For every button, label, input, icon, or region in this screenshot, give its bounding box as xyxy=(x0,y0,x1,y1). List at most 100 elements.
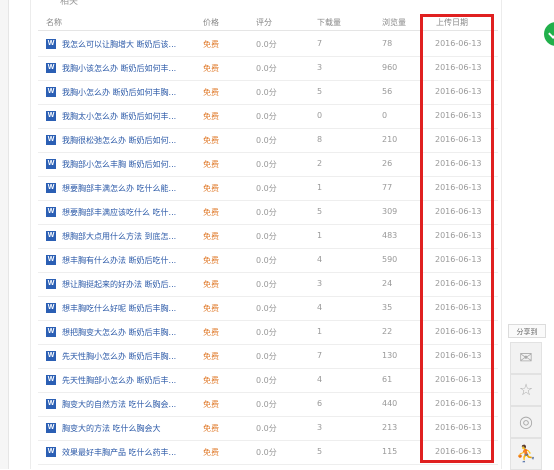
rating-text: 0.0分 xyxy=(256,352,277,361)
price-text: 免费 xyxy=(203,424,219,433)
downloads-count: 7 xyxy=(317,39,323,48)
document-title-link[interactable]: 我胸小该怎么办 断奶后如何丰... xyxy=(62,63,176,74)
word-doc-icon: W xyxy=(46,135,56,145)
downloads-count: 8 xyxy=(317,135,323,144)
document-title-link[interactable]: 想要胸部丰满应该吃什么 吃什... xyxy=(62,207,176,218)
word-doc-icon: W xyxy=(46,159,56,169)
share-label: 分享到 xyxy=(508,324,546,338)
document-title-link[interactable]: 我胸太小怎么办 断奶后如何丰... xyxy=(62,111,176,122)
views-count: 0 xyxy=(382,111,388,120)
downloads-count: 7 xyxy=(317,351,323,360)
views-count: 210 xyxy=(382,135,398,144)
document-title-link[interactable]: 我胸部小怎么丰胸 断奶后如何... xyxy=(62,159,176,170)
price-text: 免费 xyxy=(203,40,219,49)
document-title-link[interactable]: 想让胸挺起来的好办法 断奶后... xyxy=(62,279,176,290)
document-title-link[interactable]: 想把胸变大怎么办 断奶后丰胸... xyxy=(62,327,176,338)
rating-text: 0.0分 xyxy=(256,160,277,169)
rating-text: 0.0分 xyxy=(256,88,277,97)
word-doc-icon: W xyxy=(46,63,56,73)
top-strip-label: 相关 xyxy=(60,0,79,7)
check-badge-icon[interactable] xyxy=(544,22,554,46)
rating-text: 0.0分 xyxy=(256,64,277,73)
header-rating[interactable]: 评分 xyxy=(256,17,272,28)
price-text: 免费 xyxy=(203,160,219,169)
word-doc-icon: W xyxy=(46,183,56,193)
document-title-link[interactable]: 想胸部大点用什么方法 到底怎... xyxy=(62,231,176,242)
word-doc-icon: W xyxy=(46,423,56,433)
downloads-count: 4 xyxy=(317,375,323,384)
document-title-link[interactable]: 想丰胸有什么办法 断奶后吃什... xyxy=(62,255,176,266)
downloads-count: 5 xyxy=(317,87,323,96)
document-title-link[interactable]: 想要胸部丰满怎么办 吃什么能... xyxy=(62,183,176,194)
header-downloads[interactable]: 下载量 xyxy=(317,17,341,28)
price-text: 免费 xyxy=(203,352,219,361)
price-text: 免费 xyxy=(203,184,219,193)
top-strip: 相关 xyxy=(40,0,100,7)
wechat-icon[interactable]: ✉ xyxy=(510,342,542,374)
views-count: 130 xyxy=(382,351,398,360)
document-title-link[interactable]: 胸变大的方法 吃什么胸会大 xyxy=(62,423,161,434)
views-count: 77 xyxy=(382,183,393,192)
price-text: 免费 xyxy=(203,328,219,337)
header-price[interactable]: 价格 xyxy=(203,17,219,28)
downloads-count: 1 xyxy=(317,327,323,336)
downloads-count: 4 xyxy=(317,255,323,264)
word-doc-icon: W xyxy=(46,351,56,361)
price-text: 免费 xyxy=(203,232,219,241)
word-doc-icon: W xyxy=(46,39,56,49)
document-title-link[interactable]: 先天性胸部小怎么办 断奶后丰... xyxy=(62,375,176,386)
views-count: 309 xyxy=(382,207,398,216)
word-doc-icon: W xyxy=(46,207,56,217)
price-text: 免费 xyxy=(203,304,219,313)
document-title-link[interactable]: 我怎么可以让胸增大 断奶后该... xyxy=(62,39,176,50)
person-icon[interactable]: ⛹ xyxy=(510,438,542,470)
price-text: 免费 xyxy=(203,208,219,217)
word-doc-icon: W xyxy=(46,255,56,265)
weibo-icon[interactable]: ◎ xyxy=(510,406,542,438)
price-text: 免费 xyxy=(203,64,219,73)
header-title[interactable]: 名称 xyxy=(46,17,62,28)
views-count: 78 xyxy=(382,39,393,48)
rating-text: 0.0分 xyxy=(256,280,277,289)
views-count: 35 xyxy=(382,303,393,312)
rating-text: 0.0分 xyxy=(256,328,277,337)
price-text: 免费 xyxy=(203,136,219,145)
document-title-link[interactable]: 我胸小怎么办 断奶后如何丰胸... xyxy=(62,87,176,98)
views-count: 440 xyxy=(382,399,398,408)
views-count: 213 xyxy=(382,423,398,432)
document-title-link[interactable]: 胸变大的自然方法 吃什么胸会... xyxy=(62,399,176,410)
word-doc-icon: W xyxy=(46,399,56,409)
rating-text: 0.0分 xyxy=(256,448,277,457)
word-doc-icon: W xyxy=(46,447,56,457)
downloads-count: 4 xyxy=(317,303,323,312)
views-count: 22 xyxy=(382,327,393,336)
header-views[interactable]: 浏览量 xyxy=(382,17,406,28)
rating-text: 0.0分 xyxy=(256,400,277,409)
document-title-link[interactable]: 我胸很松弛怎么办 断奶后如何... xyxy=(62,135,176,146)
rating-text: 0.0分 xyxy=(256,208,277,217)
document-title-link[interactable]: 先天性胸小怎么办 断奶后丰胸... xyxy=(62,351,176,362)
star-icon[interactable]: ☆ xyxy=(510,374,542,406)
rating-text: 0.0分 xyxy=(256,376,277,385)
downloads-count: 1 xyxy=(317,231,323,240)
price-text: 免费 xyxy=(203,376,219,385)
date-column-highlight xyxy=(420,14,494,463)
rating-text: 0.0分 xyxy=(256,40,277,49)
price-text: 免费 xyxy=(203,112,219,121)
rating-text: 0.0分 xyxy=(256,424,277,433)
rating-text: 0.0分 xyxy=(256,184,277,193)
downloads-count: 0 xyxy=(317,111,323,120)
downloads-count: 3 xyxy=(317,423,323,432)
word-doc-icon: W xyxy=(46,87,56,97)
downloads-count: 3 xyxy=(317,63,323,72)
price-text: 免费 xyxy=(203,400,219,409)
document-title-link[interactable]: 效果最好丰胸产品 吃什么药丰... xyxy=(62,447,176,458)
views-count: 483 xyxy=(382,231,398,240)
views-count: 26 xyxy=(382,159,393,168)
document-title-link[interactable]: 想丰胸吃什么好呢 断奶后丰胸... xyxy=(62,303,176,314)
downloads-count: 3 xyxy=(317,279,323,288)
price-text: 免费 xyxy=(203,88,219,97)
views-count: 590 xyxy=(382,255,398,264)
rating-text: 0.0分 xyxy=(256,256,277,265)
views-count: 24 xyxy=(382,279,393,288)
